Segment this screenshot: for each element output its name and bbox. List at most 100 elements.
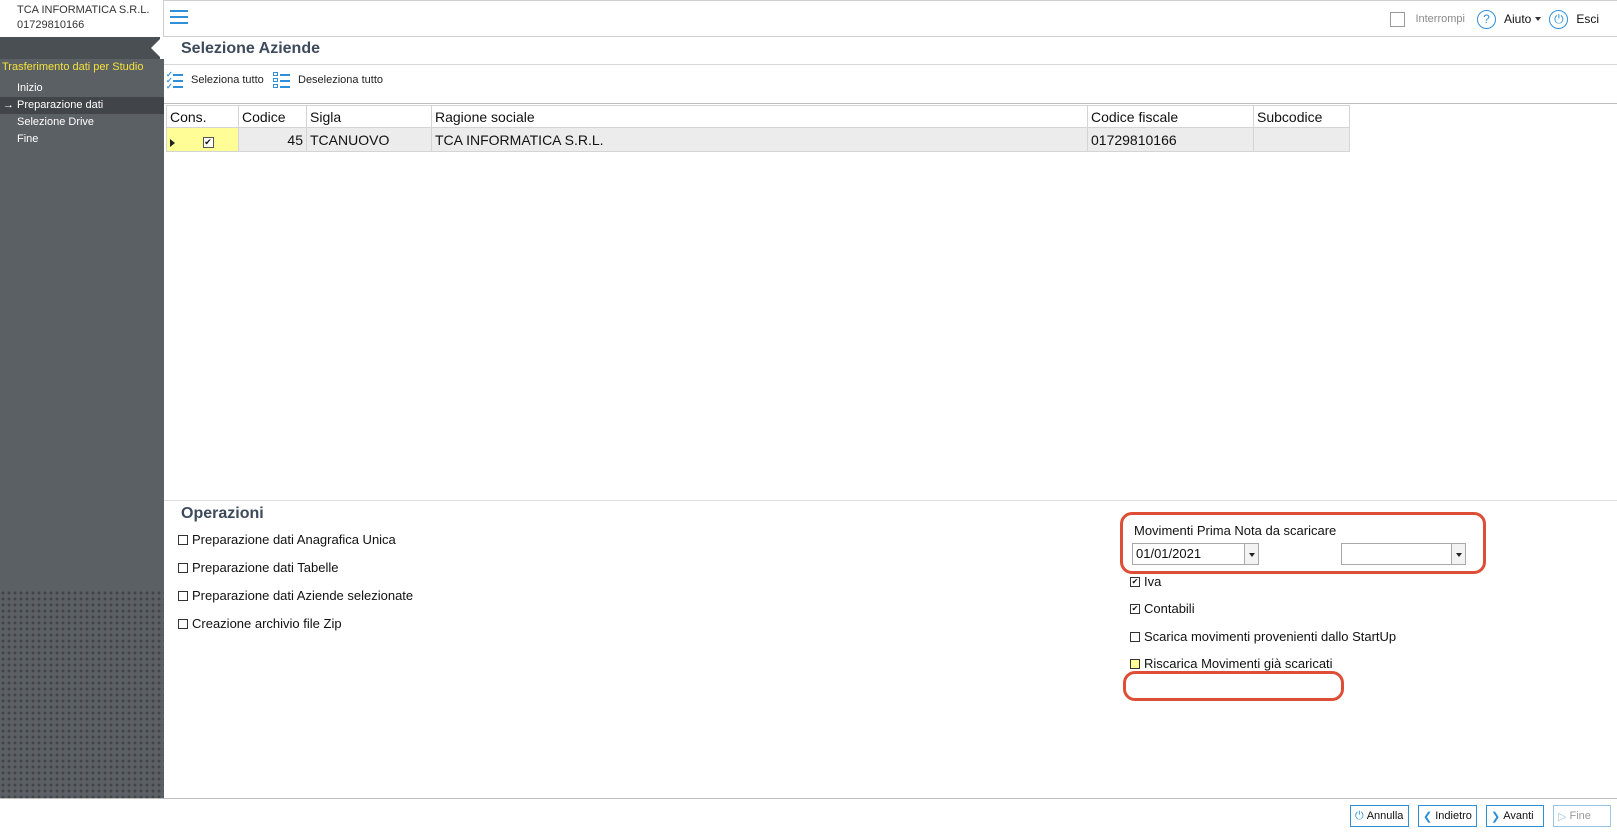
op-anagrafica-unica-checkbox[interactable] [178,534,188,545]
sidebar-item-preparazione-dati[interactable]: → Preparazione dati [0,97,164,114]
sidebar-item-fine[interactable]: Fine [0,131,164,148]
riscarica-highlight-frame [1123,671,1344,701]
hamburger-menu-icon[interactable] [170,10,188,24]
sidebar-dot-pattern [0,590,164,798]
opt-iva-label: Iva [1144,574,1162,589]
sidebar-item-label: Selezione Drive [17,116,95,128]
current-step-arrow-icon: → [3,99,14,111]
companies-grid: Cons. Codice Sigla Ragione sociale Codic… [166,105,1350,152]
op-anagrafica-unica[interactable]: Preparazione dati Anagrafica Unica [178,532,396,547]
company-name: TCA INFORMATICA S.R.L. [17,4,150,16]
date-from-select[interactable]: 01/01/2021 [1132,543,1259,565]
operations-divider [164,500,1617,501]
opt-riscarica-checkbox[interactable] [1130,658,1140,669]
column-header-ragione-sociale[interactable]: Ragione sociale [431,105,1088,128]
sidebar-item-label: Preparazione dati [17,99,104,111]
codice-fiscale-cell[interactable]: 01729810166 [1087,127,1254,152]
deselect-all-icon [273,72,290,88]
sidebar-title: Trasferimento dati per Studio [2,61,144,73]
fine-button[interactable]: ▷ Fine [1553,805,1611,827]
annulla-button[interactable]: ⏻ Annulla [1350,805,1409,827]
date-to-select[interactable] [1341,543,1466,565]
column-header-sigla[interactable]: Sigla [306,105,432,128]
opt-contabili[interactable]: ✔ Contabili [1130,601,1195,616]
op-tabelle[interactable]: Preparazione dati Tabelle [178,560,338,575]
company-code: 01729810166 [17,19,85,31]
power-icon[interactable]: ⏻ [1549,9,1569,29]
sidebar-item-selezione-drive[interactable]: Selezione Drive [0,114,164,131]
company-header: TCA INFORMATICA S.R.L. 01729810166 [0,0,164,37]
codice-cell[interactable]: 45 [238,127,307,152]
movimenti-label: Movimenti Prima Nota da scaricare [1134,523,1337,538]
play-icon: ▷ [1558,810,1567,823]
interrompi-label: Interrompi [1415,13,1465,25]
op-label: Preparazione dati Tabelle [192,560,339,575]
select-all-label: Seleziona tutto [191,74,264,86]
date-from-value: 01/01/2021 [1136,546,1202,561]
op-aziende-selezionate-checkbox[interactable] [178,590,188,601]
interrompi-checkbox[interactable] [1390,11,1406,27]
avanti-label: Avanti [1503,810,1534,822]
esci-button[interactable]: Esci [1576,12,1599,26]
column-header-codice[interactable]: Codice [238,105,307,128]
fine-label: Fine [1569,810,1591,822]
grid-header-row: Cons. Codice Sigla Ragione sociale Codic… [166,105,1350,128]
topbar: Interrompi ? Aiuto ⏻ Esci [164,0,1617,37]
select-all-button[interactable]: ✓ ✓ ✓ Seleziona tutto [166,71,264,91]
opt-contabili-checkbox[interactable]: ✔ [1130,603,1140,614]
opt-startup-label: Scarica movimenti provenienti dallo Star… [1144,629,1397,644]
opt-iva[interactable]: ✔ Iva [1130,574,1161,589]
date-from-chevron-down-icon[interactable] [1244,544,1258,564]
indietro-label: Indietro [1435,810,1472,822]
opt-riscarica[interactable]: Riscarica Movimenti già scaricati [1130,656,1333,671]
column-header-subcodice[interactable]: Subcodice [1253,105,1350,128]
op-archivio-zip[interactable]: Creazione archivio file Zip [178,616,342,631]
selection-toolbar: ✓ ✓ ✓ Seleziona tutto Deseleziona tutto [164,64,1617,104]
sigla-cell[interactable]: TCANUOVO [306,127,432,152]
sidebar: TCA INFORMATICA S.R.L. 01729810166 Trasf… [0,0,164,798]
aiuto-button[interactable]: Aiuto [1504,12,1531,26]
annulla-label: Annulla [1366,810,1404,822]
cons-checkbox[interactable]: ✔ [202,136,214,148]
subcodice-cell[interactable] [1253,127,1350,152]
chevron-right-icon: ❯ [1491,810,1501,823]
avanti-button[interactable]: ❯ Avanti [1486,805,1544,827]
ragione-sociale-cell[interactable]: TCA INFORMATICA S.R.L. [431,127,1088,152]
topbar-actions: Interrompi ? Aiuto ⏻ Esci [1390,9,1603,29]
opt-startup[interactable]: Scarica movimenti provenienti dallo Star… [1130,629,1396,644]
opt-contabili-label: Contabili [1144,601,1195,616]
sidebar-collapse-bar[interactable] [0,37,164,59]
chevron-left-icon: ❮ [1423,810,1433,823]
current-row-indicator-icon [170,139,175,147]
column-header-codice-fiscale[interactable]: Codice fiscale [1087,105,1254,128]
op-label: Preparazione dati Anagrafica Unica [192,532,396,547]
sidebar-item-label: Inizio [17,82,43,94]
column-header-cons[interactable]: Cons. [166,105,239,128]
operations-title: Operazioni [181,505,264,522]
deselect-all-button[interactable]: Deseleziona tutto [273,72,383,88]
op-aziende-selezionate[interactable]: Preparazione dati Aziende selezionate [178,588,413,603]
cons-cell[interactable]: ✔ [166,127,239,152]
opt-startup-checkbox[interactable] [1130,631,1140,642]
op-label: Preparazione dati Aziende selezionate [192,588,414,603]
page-title: Selezione Aziende [181,40,320,57]
footer-bar: ⏻ Annulla ❮ Indietro ❯ Avanti ▷ Fine [0,798,1617,832]
op-tabelle-checkbox[interactable] [178,562,188,573]
op-archivio-zip-checkbox[interactable] [178,618,188,629]
help-icon[interactable]: ? [1476,9,1496,29]
collapse-arrow-icon[interactable] [151,39,160,57]
deselect-all-label: Deseleziona tutto [298,74,383,86]
opt-riscarica-label: Riscarica Movimenti già scaricati [1144,656,1333,671]
sidebar-item-label: Fine [17,133,39,145]
sidebar-item-inizio[interactable]: Inizio [0,80,164,97]
select-all-icon: ✓ ✓ ✓ [166,71,183,91]
sidebar-steps: Inizio → Preparazione dati Selezione Driv… [0,80,164,148]
op-label: Creazione archivio file Zip [192,616,342,631]
opt-iva-checkbox[interactable]: ✔ [1130,576,1140,587]
indietro-button[interactable]: ❮ Indietro [1418,805,1477,827]
aiuto-chevron-down-icon[interactable] [1535,17,1542,21]
main-content: Selezione Aziende ✓ ✓ ✓ Seleziona tutto De… [164,37,1617,798]
table-row[interactable]: ✔ 45 TCANUOVO TCA INFORMATICA S.R.L. 017… [166,127,1350,152]
date-to-chevron-down-icon[interactable] [1451,544,1465,564]
power-icon: ⏻ [1355,809,1364,822]
